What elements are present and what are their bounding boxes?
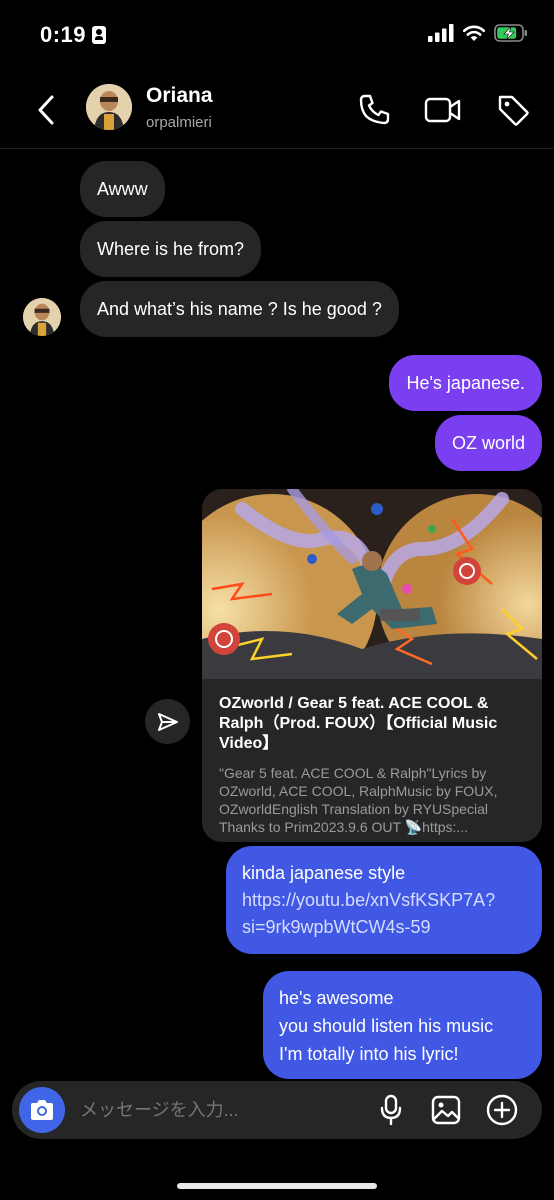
link-card-description: "Gear 5 feat. ACE COOL & Ralph"Lyrics by… [219, 765, 498, 835]
outgoing-message[interactable]: OZ world [434, 415, 542, 471]
status-indicators [428, 24, 528, 42]
message-text: you should listen his music [279, 1016, 494, 1036]
gallery-button[interactable] [429, 1093, 463, 1127]
message-input[interactable] [80, 1097, 350, 1123]
video-camera-icon [424, 97, 461, 123]
cellular-signal-icon [428, 24, 454, 42]
tag-icon [498, 95, 529, 126]
avatar-photo [86, 84, 132, 130]
voice-message-button[interactable] [374, 1093, 408, 1127]
call-button[interactable] [354, 90, 394, 130]
video-call-button[interactable] [423, 90, 463, 130]
incoming-message[interactable]: Where is he from? [80, 221, 262, 277]
send-icon [157, 712, 178, 731]
wifi-icon [462, 25, 486, 41]
incoming-message[interactable]: And what’s his name ? Is he good ? [80, 281, 399, 337]
contact-avatar[interactable] [86, 84, 132, 130]
incoming-message[interactable]: Awww [80, 161, 165, 217]
status-time: 0:19 [40, 22, 87, 47]
outgoing-message[interactable]: kinda japanese style https://youtu.be/xn… [226, 846, 542, 954]
camera-icon [31, 1100, 53, 1120]
chevron-left-icon [38, 95, 54, 125]
outgoing-message[interactable]: he's awesome you should listen his music… [263, 971, 542, 1079]
microphone-icon [380, 1094, 402, 1126]
battery-charging-icon [494, 24, 527, 42]
message-text: kinda japanese style [242, 863, 406, 883]
sender-avatar[interactable] [23, 298, 61, 336]
contact-name[interactable]: Oriana [146, 84, 213, 108]
message-link[interactable]: https://youtu.be/xnVsfKSKP7A? [242, 887, 526, 914]
tag-button[interactable] [493, 90, 533, 130]
home-indicator[interactable] [177, 1183, 377, 1189]
chat-header: Oriana orpalmieri [0, 72, 554, 149]
message-composer [12, 1081, 542, 1139]
plus-circle-icon [486, 1094, 518, 1126]
contact-handle[interactable]: orpalmieri [146, 114, 212, 131]
add-content-button[interactable] [485, 1093, 519, 1127]
message-text: he's awesome [279, 988, 394, 1008]
video-link-card[interactable]: OZworld / Gear 5 feat. ACE COOL & Ralph（… [202, 489, 542, 842]
back-button[interactable] [28, 90, 64, 130]
message-text: I'm totally into his lyric! [279, 1044, 459, 1064]
phone-icon [359, 94, 390, 125]
link-card-title[interactable]: OZworld / Gear 5 feat. ACE COOL & Ralph（… [219, 694, 529, 754]
avatar-photo [23, 298, 61, 336]
share-button[interactable] [145, 699, 190, 744]
camera-button[interactable] [19, 1087, 65, 1133]
outgoing-message[interactable]: He's japanese. [389, 355, 542, 411]
message-link[interactable]: si=9rk9wpbWtCW4s-59 [242, 914, 526, 941]
focus-mode-icon [92, 26, 106, 44]
video-thumbnail [202, 489, 542, 679]
image-icon [431, 1095, 461, 1125]
